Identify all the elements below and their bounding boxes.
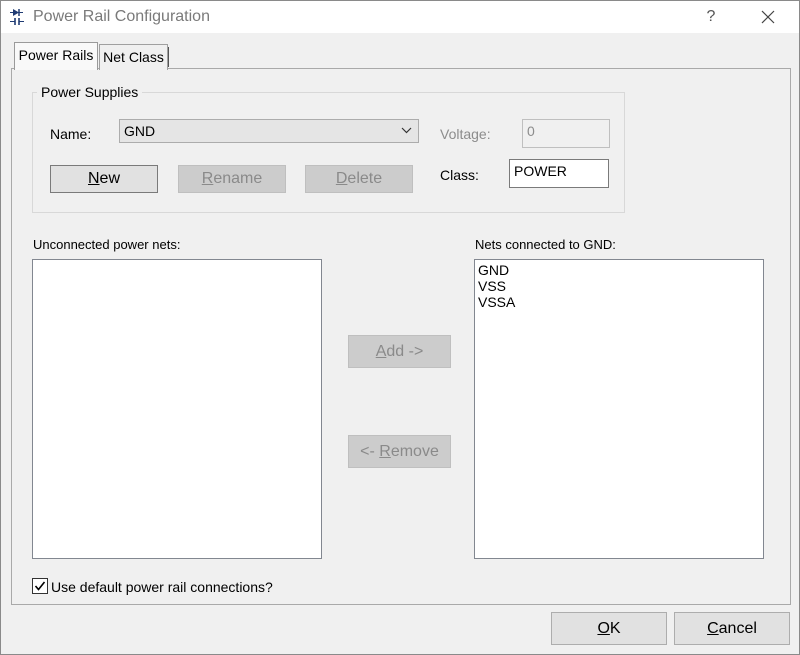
power-supplies-legend: Power Supplies xyxy=(37,84,143,100)
remove-button-label-pre: <- xyxy=(360,443,380,460)
app-icon xyxy=(10,9,24,25)
window-title: Power Rail Configuration xyxy=(33,8,210,25)
help-button[interactable]: ? xyxy=(698,5,724,29)
checkmark-icon xyxy=(34,581,46,591)
delete-button: Delete xyxy=(305,165,413,193)
ok-button-accel: O xyxy=(597,620,610,637)
ok-button-label-post: K xyxy=(609,620,621,637)
voltage-field: 0 xyxy=(522,119,610,148)
default-connections-label[interactable]: Use default power rail connections? xyxy=(51,579,273,595)
name-select[interactable]: GND xyxy=(119,119,419,143)
name-label: Name: xyxy=(50,126,92,142)
connected-list[interactable]: GND VSS VSSA xyxy=(474,259,764,559)
new-button-accel: N xyxy=(87,170,100,187)
default-connections-checkbox[interactable] xyxy=(32,578,48,594)
list-item[interactable]: GND xyxy=(478,262,760,278)
add-button: Add -> xyxy=(348,335,451,368)
voltage-label: Voltage: xyxy=(440,126,491,142)
remove-button: <- Remove xyxy=(348,435,451,468)
remove-button-accel: R xyxy=(379,443,391,460)
ok-button[interactable]: OK xyxy=(551,612,667,645)
name-select-value: GND xyxy=(124,123,156,139)
power-rail-dialog: Power Rail Configuration ? Power Rails N… xyxy=(0,0,800,655)
close-button[interactable] xyxy=(755,5,781,29)
list-item[interactable]: VSS xyxy=(478,278,760,294)
title-bar: Power Rail Configuration ? xyxy=(1,1,799,33)
class-label: Class: xyxy=(440,167,479,183)
power-supplies-group xyxy=(32,92,625,213)
new-button-label-post: ew xyxy=(99,170,120,187)
delete-button-accel: D xyxy=(335,170,348,187)
delete-button-label-post: elete xyxy=(347,170,383,187)
close-icon xyxy=(761,10,775,24)
unconnected-list[interactable] xyxy=(32,259,322,559)
chevron-down-icon xyxy=(401,127,412,134)
tab-net-class[interactable]: Net Class xyxy=(99,44,169,70)
add-button-accel: A xyxy=(375,343,387,360)
connected-label: Nets connected to GND: xyxy=(475,237,616,252)
class-field[interactable]: POWER xyxy=(509,159,609,188)
add-button-label-post: dd -> xyxy=(386,343,424,360)
new-button[interactable]: New xyxy=(50,165,158,193)
remove-button-label-post: emove xyxy=(390,443,439,460)
rename-button-accel: R xyxy=(201,170,214,187)
cancel-button-label-post: ancel xyxy=(718,620,757,637)
unconnected-label: Unconnected power nets: xyxy=(33,237,181,252)
cancel-button-accel: C xyxy=(707,620,719,637)
tab-power-rails[interactable]: Power Rails xyxy=(14,42,98,70)
rename-button: Rename xyxy=(178,165,286,193)
cancel-button[interactable]: Cancel xyxy=(674,612,790,645)
rename-button-label-post: ename xyxy=(213,170,263,187)
list-item[interactable]: VSSA xyxy=(478,294,760,310)
